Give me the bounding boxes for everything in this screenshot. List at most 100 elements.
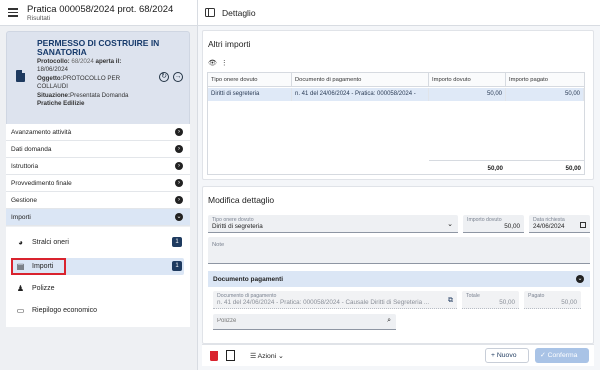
more-vertical-icon[interactable]: ⋮ xyxy=(221,60,228,67)
accordion-dati-domanda[interactable]: Dati domanda › xyxy=(6,141,190,158)
oggetto-label: Oggetto: xyxy=(37,75,63,82)
chevron-down-icon: ⌄ xyxy=(447,221,453,228)
azioni-menu[interactable]: ☰ Azioni ⌄ xyxy=(246,349,288,363)
field-label: Note xyxy=(212,242,225,248)
menu-icon[interactable] xyxy=(8,8,18,17)
situazione-value: Presentata Domanda xyxy=(70,92,129,99)
field-value: 50,00 xyxy=(561,299,577,306)
total-dovuto: 50,00 xyxy=(429,160,506,174)
field-value: 50,00 xyxy=(504,223,520,230)
documento-pagamento-field: Documento di pagamento n. 41 del 24/06/2… xyxy=(213,291,457,309)
field-label: Importo dovuto xyxy=(467,217,502,223)
accordion-avanzamento[interactable]: Avanzamento attività › xyxy=(6,124,190,141)
count-badge: 1 xyxy=(172,237,182,247)
chevron-down-icon: ⌄ xyxy=(576,275,584,283)
category-label: Pratiche Edilizie xyxy=(37,100,84,108)
column-header[interactable]: Importo pagato xyxy=(506,73,584,87)
field-value: 24/06/2024 xyxy=(533,223,565,230)
eye-icon[interactable]: 👁 xyxy=(208,60,217,67)
field-value: n. 41 del 24/06/2024 - Pratica: 000058/2… xyxy=(217,299,430,306)
calendar-icon[interactable] xyxy=(580,222,586,228)
importi-table: Tipo onere dovuto Documento di pagamento… xyxy=(207,72,585,175)
subitem-polizze[interactable]: ♟ Polizze xyxy=(12,280,184,297)
oggetto-line: Oggetto:PROTOCOLLO PER COLLAUDI xyxy=(37,75,127,91)
table-toolbar: 👁 ⋮ xyxy=(208,59,228,67)
note-field[interactable]: Note xyxy=(208,237,590,264)
external-link-icon[interactable]: ⧉ xyxy=(448,297,453,305)
nuovo-button[interactable]: + Nuovo xyxy=(485,348,529,363)
table-cell[interactable]: Diritti di segreteria xyxy=(208,88,292,101)
subitem-label: Riepilogo economico xyxy=(32,307,97,314)
protocollo-line: Protocollo: 68/2024 aperta il: xyxy=(37,58,121,66)
table-cell[interactable]: n. 41 del 24/06/2024 - Pratica: 000058/2… xyxy=(292,88,429,101)
column-header[interactable]: Importo dovuto xyxy=(429,73,506,87)
table-cell[interactable]: 50,00 xyxy=(429,88,506,101)
accordion-label: Avanzamento attività xyxy=(11,129,72,136)
accordion-provvedimento[interactable]: Provvedimento finale › xyxy=(6,175,190,192)
chevron-icon: › xyxy=(175,179,183,187)
total-pagato: 50,00 xyxy=(506,160,584,174)
search-icon[interactable]: ⌕ xyxy=(387,317,391,325)
data-richiesta-field[interactable]: Data richiesta 24/06/2024 xyxy=(529,215,590,233)
accordion-label: Importi xyxy=(11,214,31,221)
column-header[interactable]: Tipo onere dovuto xyxy=(208,73,292,87)
accordion-importi[interactable]: Importi ⌄ xyxy=(6,209,190,226)
film-icon[interactable] xyxy=(226,350,235,361)
table-cell[interactable]: 50,00 xyxy=(506,88,584,101)
tipo-onere-select[interactable]: Tipo onere dovuto Diritti di segreteria … xyxy=(208,215,458,233)
totale-field: Totale 50,00 xyxy=(462,291,519,309)
chevron-icon: › xyxy=(175,128,183,136)
trash-icon[interactable] xyxy=(210,351,218,361)
panel-toggle-icon[interactable] xyxy=(205,8,215,17)
subitem-stralci-oneri[interactable]: ◕ Stralci oneri 1 xyxy=(12,234,184,251)
aperta-label: aperta il: xyxy=(95,58,122,65)
aperta-value: 18/06/2024 xyxy=(37,66,68,73)
action-footer: ☰ Azioni ⌄ + Nuovo ✓ Conferma xyxy=(202,344,594,366)
document-icon xyxy=(16,70,25,82)
field-value: Diritti di segreteria xyxy=(212,223,263,230)
accordion-label: Istruttoria xyxy=(11,163,39,170)
field-label: Totale xyxy=(466,293,480,299)
refresh-icon[interactable]: ↻ xyxy=(159,72,169,82)
modifica-section: Modifica dettaglio Tipo onere dovuto Dir… xyxy=(202,186,594,344)
field-value: 50,00 xyxy=(499,299,515,306)
chevron-icon: › xyxy=(175,162,183,170)
protocollo-label: Protocollo: xyxy=(37,58,70,65)
document-icon: ▭ xyxy=(16,306,25,315)
subitem-label: Stralci oneri xyxy=(32,239,69,246)
top-bar: Pratica 000058/2024 prot. 68/2024 Risult… xyxy=(0,0,600,26)
conferma-button[interactable]: ✓ Conferma xyxy=(535,348,589,363)
chevron-icon: › xyxy=(175,196,183,204)
polizze-search[interactable]: Polizze ⌕ xyxy=(213,314,396,330)
accordion-label: Dati domanda xyxy=(11,146,52,153)
importo-dovuto-field[interactable]: Importo dovuto 50,00 xyxy=(463,215,524,233)
section-title: Modifica dettaglio xyxy=(208,195,275,205)
subitem-riepilogo[interactable]: ▭ Riepilogo economico xyxy=(12,302,184,319)
pie-chart-icon: ◕ xyxy=(18,238,23,247)
chevron-icon: › xyxy=(175,145,183,153)
accordion-istruttoria[interactable]: Istruttoria › xyxy=(6,158,190,175)
situazione-label: Situazione: xyxy=(37,92,71,99)
arrow-right-circle-icon[interactable]: → xyxy=(173,72,183,82)
search-placeholder: Polizze xyxy=(217,318,237,324)
category-text: Pratiche Edilizie xyxy=(37,100,85,107)
accordion-gestione[interactable]: Gestione › xyxy=(6,192,190,209)
count-badge: 1 xyxy=(172,261,182,271)
importi-submenu: ◕ Stralci oneri 1 ▤ Importi 1 ♟ Polizze … xyxy=(6,227,190,327)
chevron-down-icon: ⌄ xyxy=(278,353,284,360)
person-icon: ♟ xyxy=(16,284,25,293)
situazione-line: Situazione:Presentata Domanda xyxy=(37,92,129,100)
left-panel: PERMESSO DI COSTRUIRE IN SANATORIA Proto… xyxy=(0,26,197,370)
documento-pagamenti-header[interactable]: Documento pagamenti ⌄ xyxy=(208,271,590,287)
azioni-label: Azioni xyxy=(257,353,277,360)
subsection-title: Documento pagamenti xyxy=(213,276,284,283)
chevron-down-icon: ⌄ xyxy=(175,213,183,221)
protocollo-value: 68/2024 xyxy=(71,58,94,65)
field-label: Pagato xyxy=(528,293,545,299)
altri-importi-section: Altri importi 👁 ⋮ Tipo onere dovuto Docu… xyxy=(202,30,594,180)
list-icon: ☰ xyxy=(250,353,257,360)
page-subtitle[interactable]: Risultati xyxy=(27,15,50,22)
subitem-label: Polizze xyxy=(32,285,55,292)
column-header[interactable]: Documento di pagamento xyxy=(292,73,429,87)
detail-panel: Altri importi 👁 ⋮ Tipo onere dovuto Docu… xyxy=(198,26,600,370)
